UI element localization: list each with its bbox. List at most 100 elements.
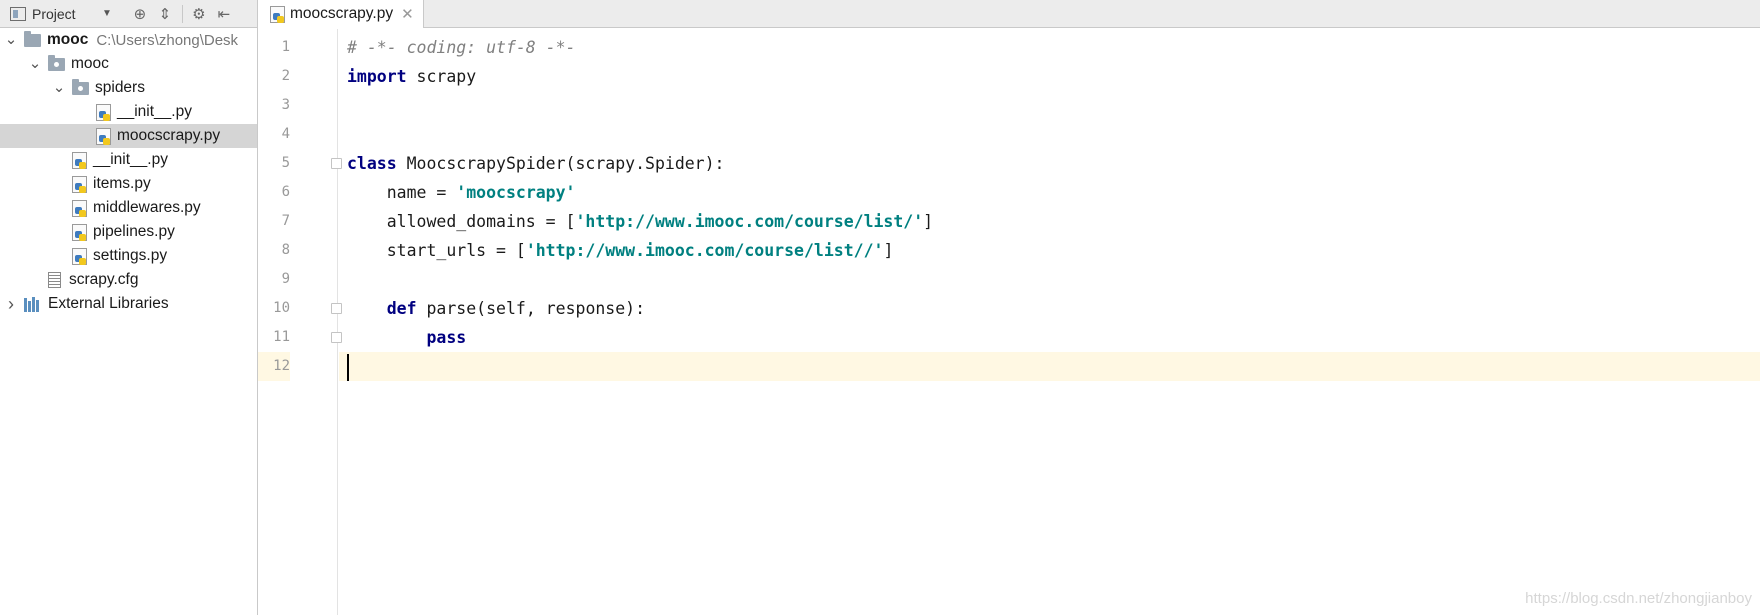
tree-item-label: middlewares.py (93, 199, 201, 216)
code-editor[interactable]: # -*- coding: utf-8 -*- import scrapy clas… (339, 29, 1760, 615)
folder-icon (24, 30, 41, 47)
project-toolbar: Project ▼ ⊕ ⇕ ⚙ ⇤ (0, 0, 257, 28)
code-token: ] (923, 212, 934, 231)
tree-item-label: mooc (71, 55, 109, 72)
tree-item[interactable]: items.py (0, 172, 257, 196)
toolbar-divider (181, 4, 183, 23)
code-line[interactable] (339, 265, 1760, 294)
tree-item[interactable]: scrapy.cfg (0, 268, 257, 292)
code-line[interactable]: name = 'moocscrapy' (339, 178, 1760, 207)
tree-item[interactable]: › External Libraries (0, 292, 257, 316)
code-line[interactable]: import scrapy (339, 62, 1760, 91)
line-number: 3 (281, 97, 290, 113)
dropdown-icon[interactable]: ▼ (102, 8, 112, 19)
package-folder-icon (72, 78, 89, 95)
line-number: 8 (281, 242, 290, 258)
code-token: name = (347, 183, 457, 202)
tree-item[interactable]: ⌄ spiders (0, 76, 257, 100)
code-token: pass (426, 328, 467, 347)
python-file-icon (72, 223, 87, 241)
chevron-down-icon[interactable]: ⌄ (52, 80, 66, 95)
hide-icon[interactable]: ⇤ (216, 5, 232, 23)
tree-item-label: __init__.py (117, 103, 192, 120)
gear-icon[interactable]: ⚙ (191, 5, 207, 23)
python-file-icon (72, 199, 87, 217)
code-line[interactable]: start_urls = ['http://www.imooc.com/cour… (339, 236, 1760, 265)
tree-item[interactable]: ⌄ mooc (0, 52, 257, 76)
project-icon (10, 6, 26, 21)
python-file-icon (72, 247, 87, 265)
text-caret (347, 354, 349, 381)
code-line[interactable]: pass (339, 323, 1760, 352)
tree-item[interactable]: __init__.py (0, 100, 257, 124)
line-number: 11 (273, 329, 290, 345)
python-file-icon (96, 103, 111, 121)
tree-item-label: scrapy.cfg (69, 271, 139, 288)
locate-icon[interactable]: ⊕ (132, 5, 148, 23)
line-number: 7 (281, 213, 290, 229)
code-token: def (386, 299, 417, 318)
line-number: 6 (281, 184, 290, 200)
code-token: allowed_domains = [ (347, 212, 576, 231)
code-token: class (347, 154, 397, 173)
code-line[interactable]: def parse(self, response): (339, 294, 1760, 323)
python-file-icon (72, 175, 87, 193)
code-token: import (347, 67, 407, 86)
package-folder-icon (48, 54, 65, 71)
tab-label: moocscrapy.py (290, 5, 394, 22)
python-file-icon (96, 127, 111, 145)
line-number: 10 (273, 300, 290, 316)
chevron-down-icon[interactable]: ⌄ (4, 32, 18, 47)
tab-moocscrapy[interactable]: moocscrapy.py ✕ (258, 0, 424, 28)
close-icon[interactable]: ✕ (401, 5, 414, 23)
tree-item[interactable]: moocscrapy.py (0, 124, 257, 148)
tree-item-label: pipelines.py (93, 223, 175, 240)
library-icon (24, 296, 42, 312)
project-path: C:\Users\zhong\Desk (96, 31, 239, 49)
line-number: 5 (281, 155, 290, 171)
chevron-down-icon[interactable]: ⌄ (28, 56, 42, 71)
code-token: # -*- coding: utf-8 -*- (347, 38, 576, 57)
tree-item[interactable]: __init__.py (0, 148, 257, 172)
code-token: 'http://www.imooc.com/course/list//' (525, 241, 884, 260)
code-line[interactable]: allowed_domains = ['http://www.imooc.com… (339, 207, 1760, 236)
tree-item[interactable]: pipelines.py (0, 220, 257, 244)
tree-item[interactable]: middlewares.py (0, 196, 257, 220)
collapse-icon[interactable]: ⇕ (157, 5, 173, 23)
tree-item-label: External Libraries (48, 295, 169, 312)
code-line[interactable] (339, 91, 1760, 120)
python-file-icon (270, 5, 285, 23)
code-token: ] (883, 241, 894, 260)
project-panel: Project ▼ ⊕ ⇕ ⚙ ⇤ ⌄ mooc C:\Users\zhong\De… (0, 0, 258, 615)
editor-tab-bar: moocscrapy.py ✕ (258, 0, 1760, 28)
tree-item[interactable]: ⌄ mooc C:\Users\zhong\Desk (0, 28, 257, 52)
code-token: MoocscrapySpider(scrapy.Spider): (396, 154, 725, 173)
code-line[interactable] (339, 120, 1760, 149)
chevron-right-icon[interactable]: › (4, 294, 18, 315)
code-token: scrapy (406, 67, 477, 86)
tree-item-label: spiders (95, 79, 145, 96)
project-tree: ⌄ mooc C:\Users\zhong\Desk ⌄ mooc ⌄ spiders __i… (0, 28, 257, 316)
line-number: 9 (281, 271, 290, 287)
line-number: 4 (281, 126, 290, 142)
line-number: 2 (281, 68, 290, 84)
line-number: 12 (258, 352, 290, 381)
project-title[interactable]: Project (32, 6, 102, 22)
code-token: 'moocscrapy' (456, 183, 576, 202)
line-number: 1 (281, 39, 290, 55)
tree-item-label: items.py (93, 175, 151, 192)
code-line[interactable] (339, 352, 1760, 381)
tree-item[interactable]: settings.py (0, 244, 257, 268)
code-token: start_urls = [ (347, 241, 526, 260)
python-file-icon (72, 151, 87, 169)
editor-area: moocscrapy.py ✕ 1 2 3 4 5 6 7 8 9 10 11 12 # -*- co… (258, 0, 1760, 615)
tree-item-label: __init__.py (93, 151, 168, 168)
line-number-gutter: 1 2 3 4 5 6 7 8 9 10 11 12 (258, 29, 342, 615)
watermark: https://blog.csdn.net/zhongjianboy (1525, 590, 1752, 607)
config-file-icon (48, 272, 61, 288)
ide-window: Project ▼ ⊕ ⇕ ⚙ ⇤ ⌄ mooc C:\Users\zhong\De… (0, 0, 1760, 615)
code-line[interactable]: class MoocscrapySpider(scrapy.Spider): (339, 149, 1760, 178)
tree-item-label: settings.py (93, 247, 168, 264)
code-line[interactable]: # -*- coding: utf-8 -*- (339, 33, 1760, 62)
